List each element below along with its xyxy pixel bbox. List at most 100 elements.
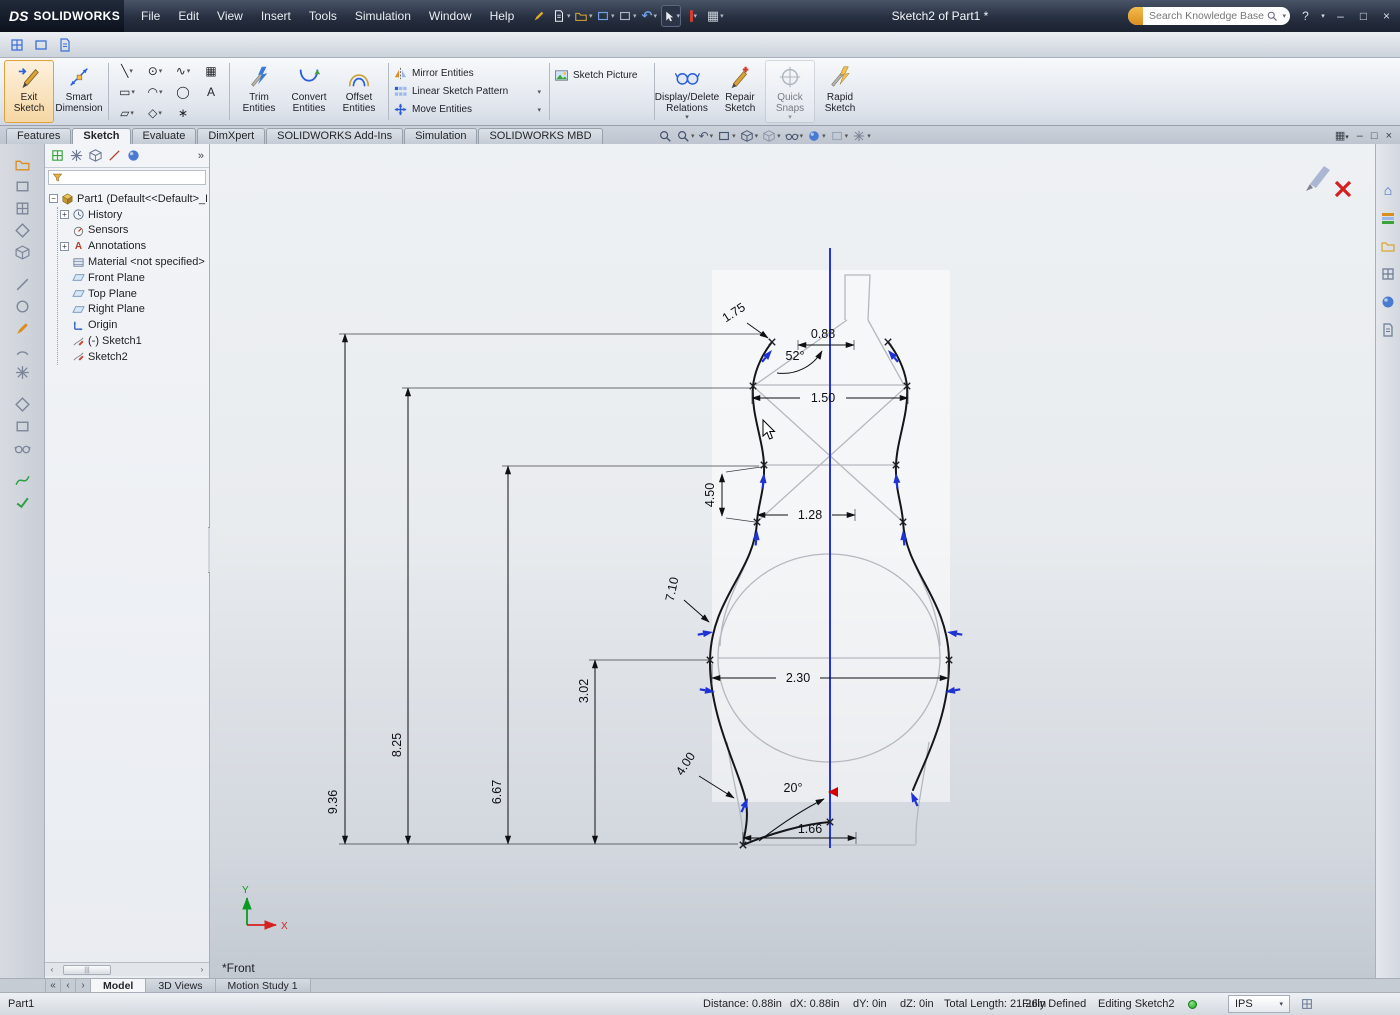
scroll-left-icon[interactable]: ‹ [45,965,59,974]
tree-item-sensors[interactable]: Sensors [60,223,207,239]
caret-down-icon[interactable]: ▾ [589,12,593,20]
caret-down-icon[interactable]: ▾ [788,114,792,122]
tree-item-history[interactable]: + History [60,207,207,223]
help-caret-icon[interactable]: ▾ [1317,5,1329,27]
tree-item-front-plane[interactable]: Front Plane [60,270,207,286]
left-toolbar-icon[interactable] [14,178,31,195]
task-pane-home-icon[interactable]: ⌂ [1380,182,1396,198]
search-box[interactable]: Search Knowledge Base ▾ [1128,7,1290,25]
search-icon[interactable] [1266,10,1278,22]
custom-properties-icon[interactable] [1380,322,1396,338]
menu-tools[interactable]: Tools [300,0,346,32]
move-entities-button[interactable]: Move Entities ▾ [393,102,545,117]
edit-appearance-icon[interactable]: ▾ [807,129,826,143]
manager-overflow-chevrons[interactable]: » [198,150,204,162]
menu-view[interactable]: View [208,0,252,32]
search-caret-icon[interactable]: ▾ [1278,12,1290,20]
window-layout-icon[interactable] [32,37,50,53]
caret-down-icon[interactable]: ▾ [653,12,657,20]
pencil-icon[interactable] [529,5,549,27]
dimxpertmanager-tab-icon[interactable] [107,148,122,163]
help-button[interactable]: ? [1294,5,1317,27]
zoom-area-icon[interactable]: ▾ [676,129,695,143]
display-delete-relations-button[interactable]: Display/Delete Relations ▾ [659,60,715,123]
tabs-first-icon[interactable]: « [46,979,61,992]
left-toolbar-icon[interactable] [14,298,31,315]
caret-down-icon[interactable]: ▾ [537,88,541,96]
tab-solidworks-mbd[interactable]: SOLIDWORKS MBD [478,128,602,144]
quick-snaps-button[interactable]: Quick Snaps ▾ [765,60,815,123]
tabs-next-icon[interactable]: › [76,979,91,992]
undo-icon[interactable]: ↶▾ [639,5,659,27]
tab-solidworks-add-ins[interactable]: SOLIDWORKS Add-Ins [266,128,403,144]
open-icon[interactable]: ▾ [573,5,593,27]
window-layout-icon[interactable] [56,37,74,53]
circle-tool-icon[interactable]: ⊙▾ [141,60,169,81]
view-palette-icon[interactable] [1380,266,1396,282]
linear-sketch-pattern-button[interactable]: Linear Sketch Pattern ▾ [393,84,545,99]
tab-dimxpert[interactable]: DimXpert [197,128,265,144]
viewport-grid-icon[interactable]: ▦▾ [1335,129,1349,142]
search-input[interactable]: Search Knowledge Base [1143,10,1266,22]
menu-file[interactable]: File [132,0,169,32]
menu-help[interactable]: Help [481,0,524,32]
tabs-prev-icon[interactable]: ‹ [61,979,76,992]
caret-down-icon[interactable]: ▾ [611,12,615,20]
left-toolbar-icon[interactable] [14,440,31,457]
collapse-icon[interactable]: − [49,194,58,203]
polygon-tool-icon[interactable]: ◇▾ [141,102,169,123]
sketch-toggle-icon[interactable]: ▾ [683,5,703,27]
save-icon[interactable]: ▾ [595,5,615,27]
menu-edit[interactable]: Edit [169,0,208,32]
tab-3d-views[interactable]: 3D Views [146,979,215,992]
apply-scene-icon[interactable]: ▾ [830,129,849,143]
configurationmanager-tab-icon[interactable] [88,148,103,163]
view-settings-icon[interactable]: ▾ [852,129,871,143]
unit-system-dropdown[interactable]: IPS ▾ [1228,995,1290,1013]
appearances-icon[interactable] [1380,294,1396,310]
tree-item-annotations[interactable]: + A Annotations [60,238,207,254]
tree-item-origin[interactable]: Origin [60,317,207,333]
cancel-sketch-icon[interactable] [1336,182,1350,196]
convert-entities-button[interactable]: Convert Entities [284,60,334,123]
tree-item-top-plane[interactable]: Top Plane [60,286,207,302]
confirmation-corner[interactable] [1306,166,1350,196]
line-tool-icon[interactable]: ╲▾ [113,60,141,81]
text-tool-icon[interactable]: A [197,81,225,102]
sketch-canvas[interactable]: 9.36 8.25 6.67 3.02 4.50 [210,144,1375,978]
parallelogram-tool-icon[interactable]: ▱▾ [113,102,141,123]
caret-down-icon[interactable]: ▾ [633,12,637,20]
caret-down-icon[interactable]: ▾ [677,12,681,20]
tab-sketch[interactable]: Sketch [72,128,130,144]
rectangle-tool-icon[interactable]: ▭▾ [113,81,141,102]
mirror-entities-button[interactable]: Mirror Entities [393,66,545,81]
tab-evaluate[interactable]: Evaluate [132,128,197,144]
left-toolbar-icon[interactable] [14,396,31,413]
point-tool-icon[interactable]: ∗ [169,102,197,123]
menu-insert[interactable]: Insert [252,0,300,32]
caret-down-icon[interactable]: ▾ [694,12,698,20]
smart-dimension-button[interactable]: Smart Dimension [54,60,104,123]
left-toolbar-icon[interactable] [14,276,31,293]
menu-simulation[interactable]: Simulation [346,0,420,32]
tree-item-part1[interactable]: − Part1 (Default<<Default>_D [49,191,207,207]
tab-simulation[interactable]: Simulation [404,128,477,144]
tab-model[interactable]: Model [91,979,146,992]
menu-window[interactable]: Window [420,0,481,32]
file-explorer-icon[interactable] [1380,238,1396,254]
sketch-pattern-tool-icon[interactable]: ▦ [197,60,225,81]
new-document-icon[interactable]: ▾ [551,5,571,27]
featuremanager-tab-icon[interactable] [50,148,65,163]
left-toolbar-icon[interactable] [14,342,31,359]
tree-item-sketch1[interactable]: (-) Sketch1 [60,333,207,349]
left-toolbar-icon[interactable] [14,222,31,239]
propertymanager-tab-icon[interactable] [69,148,84,163]
close-button[interactable]: × [1375,5,1398,27]
tree-item-material[interactable]: Material <not specified> [60,254,207,270]
display-pane-icon[interactable]: ▦▾ [705,5,725,27]
select-icon[interactable]: ▾ [661,5,681,27]
sketch-picture-button[interactable]: Sketch Picture [554,68,650,83]
left-toolbar-icon[interactable] [14,244,31,261]
tab-features[interactable]: Features [6,128,71,144]
left-toolbar-icon[interactable] [14,472,31,489]
